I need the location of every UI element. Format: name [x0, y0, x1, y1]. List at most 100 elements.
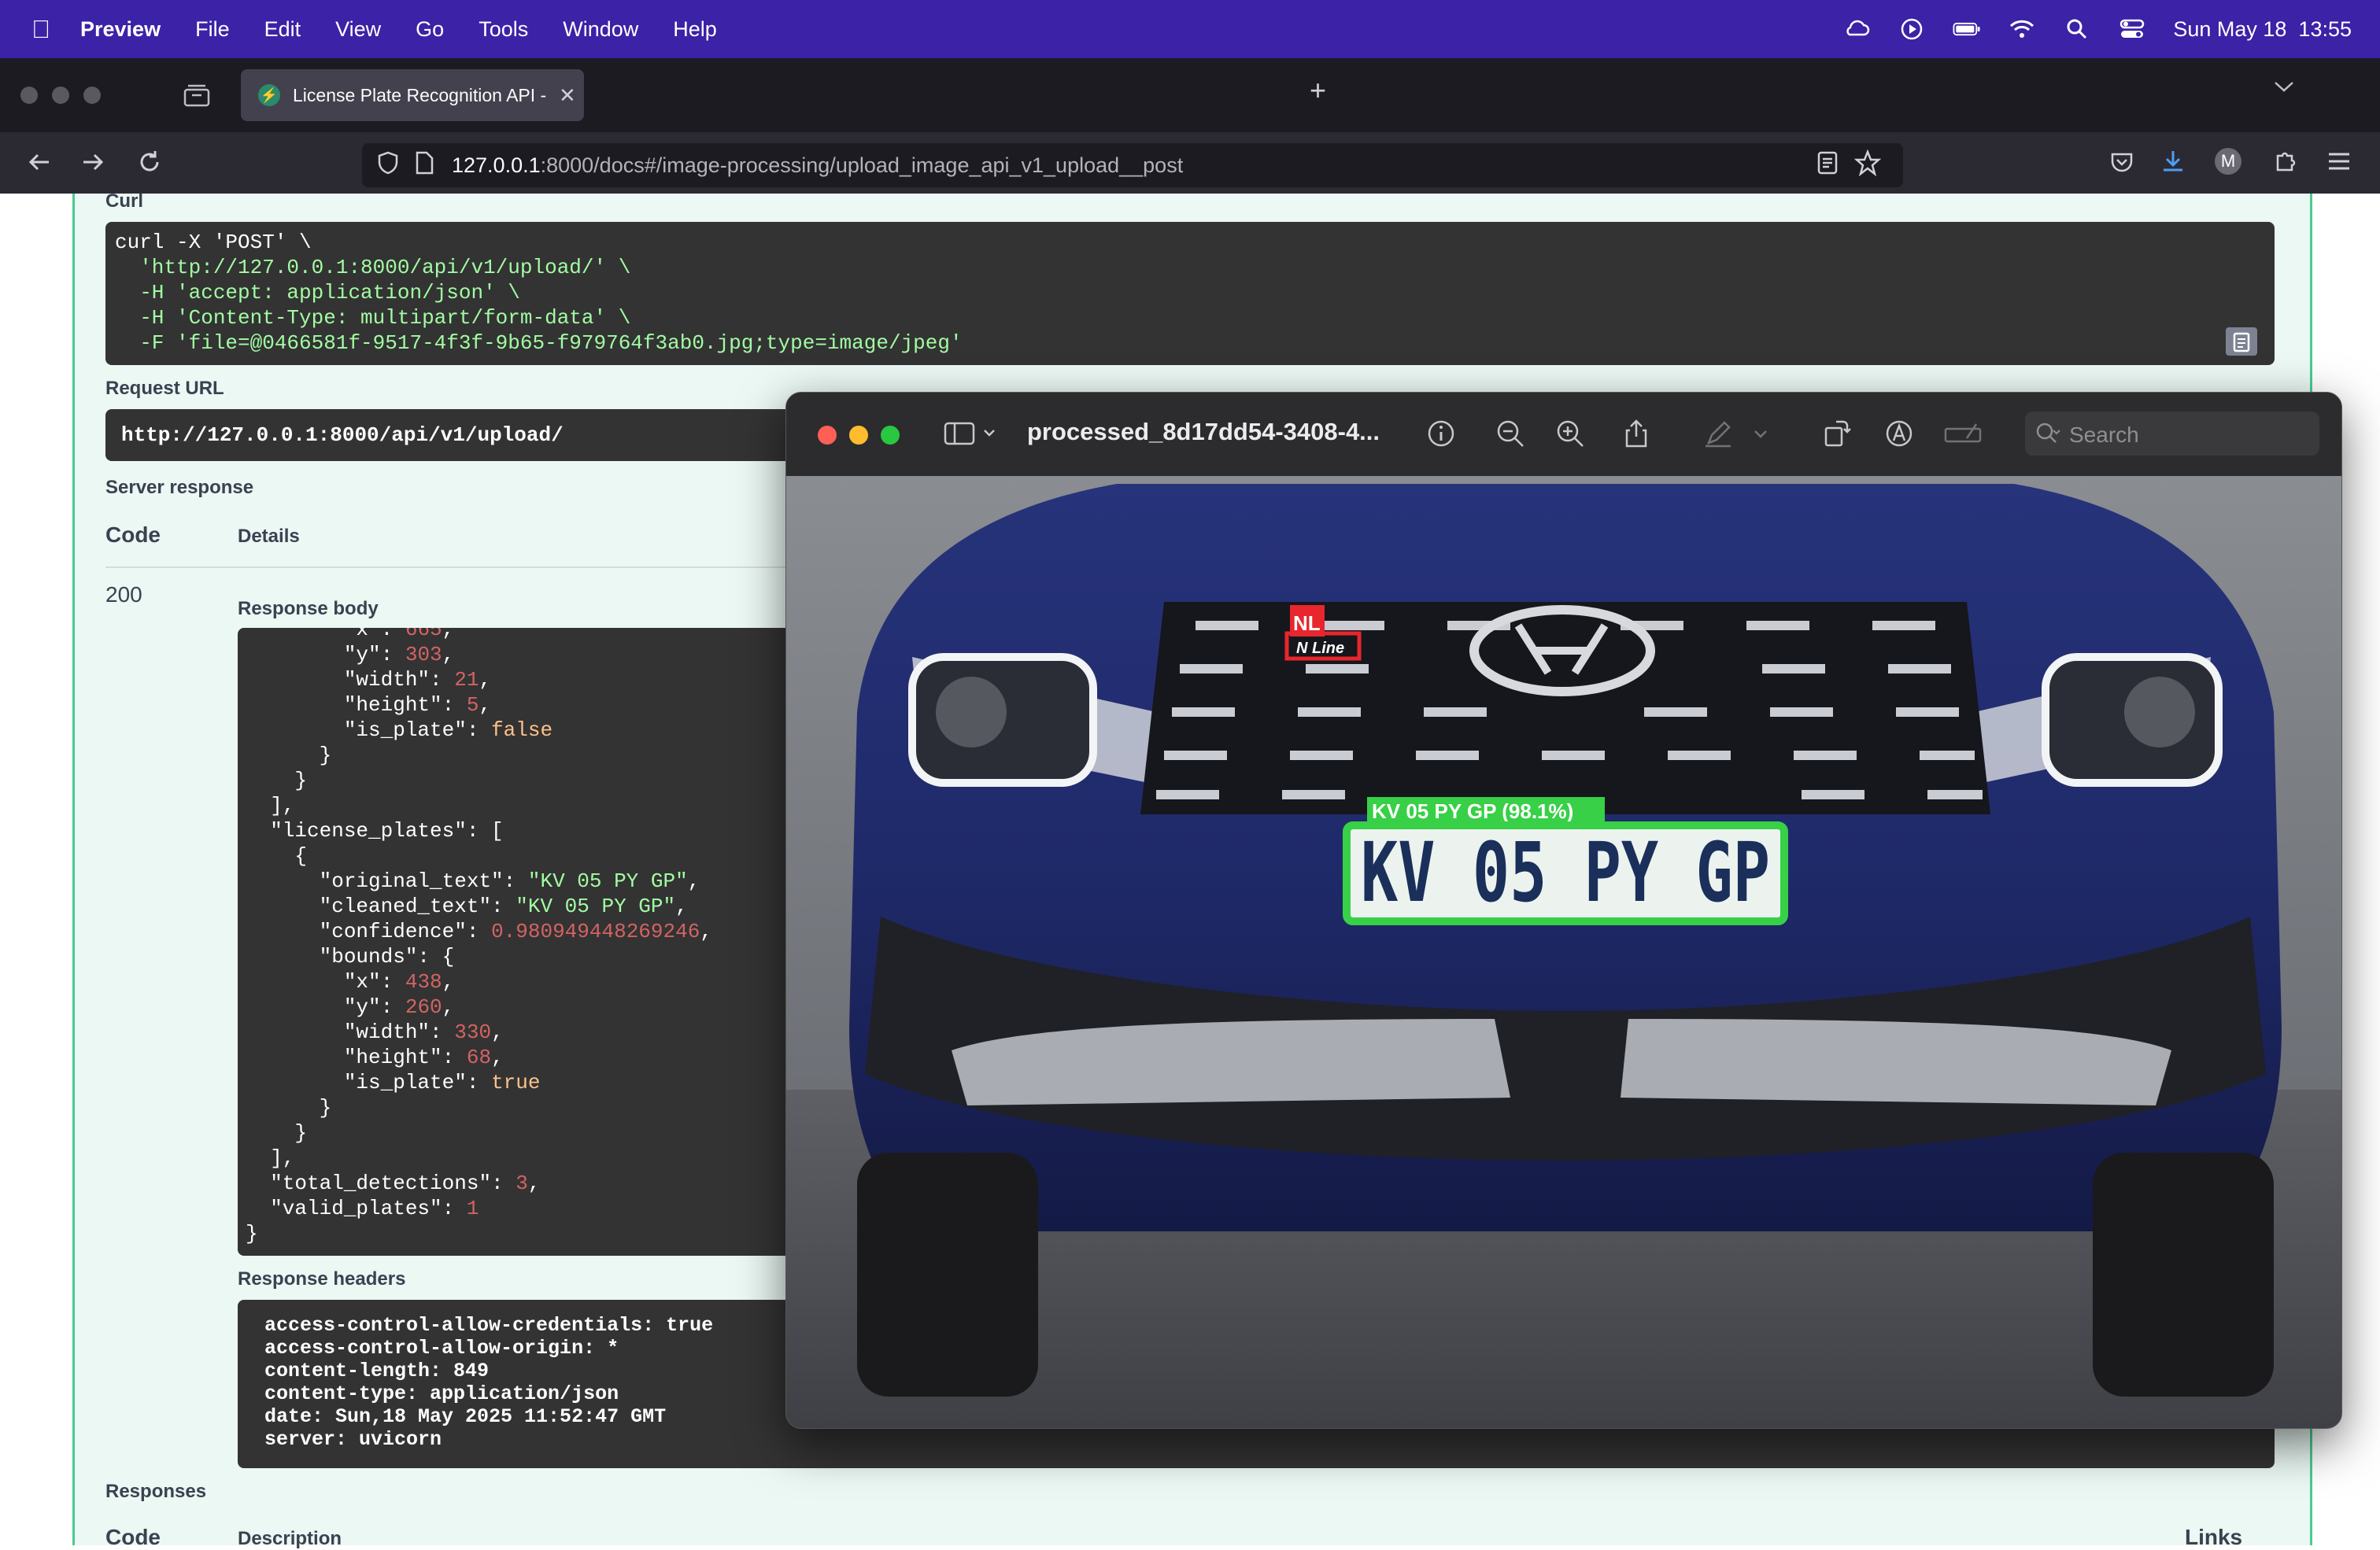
json-line: "width": 21, — [246, 668, 492, 692]
form-fill-icon[interactable] — [1943, 418, 1983, 449]
curl-line: -H 'accept: application/json' \ — [115, 281, 520, 304]
sidebar-toggle-icon[interactable] — [944, 419, 999, 451]
window-zoom-button[interactable] — [83, 87, 101, 104]
address-bar[interactable]: 127.0.0.1:8000/docs#/image-processing/up… — [362, 143, 1903, 187]
apple-icon[interactable]:  — [31, 15, 50, 44]
wifi-icon[interactable] — [2008, 15, 2036, 43]
window-minimize-button[interactable] — [52, 87, 69, 104]
json-line: { — [246, 844, 308, 868]
zoom-in-icon[interactable] — [1554, 418, 1586, 449]
json-line: } — [246, 769, 308, 792]
page-document-icon[interactable] — [414, 150, 434, 181]
response-body-label: Response body — [238, 598, 379, 619]
car-badge-text: N Line — [1296, 640, 1344, 657]
status-code: 200 — [105, 582, 142, 607]
markup-icon[interactable] — [1883, 418, 1915, 449]
menu-item-tools[interactable]: Tools — [479, 17, 528, 42]
preview-document-title[interactable]: processed_8d17dd54-3408-4... — [1027, 418, 1380, 446]
tab-license-plate-api[interactable]: ⚡ License Plate Recognition API - ✕ — [241, 69, 584, 121]
highlight-pen-icon[interactable] — [1702, 418, 1734, 449]
tab-close-icon[interactable]: ✕ — [559, 83, 576, 108]
json-line: "is_plate": true — [246, 1071, 541, 1094]
header-line: content-type: application/json — [264, 1382, 619, 1405]
tab-list-chevron-icon[interactable] — [2273, 79, 2295, 98]
menu-bar:  Preview File Edit View Go Tools Window… — [0, 0, 2380, 58]
preview-close-button[interactable] — [818, 426, 837, 445]
pocket-icon[interactable] — [2109, 149, 2134, 179]
menu-item-edit[interactable]: Edit — [264, 17, 301, 42]
menu-item-help[interactable]: Help — [673, 17, 717, 42]
menu-item-window[interactable]: Window — [563, 17, 638, 42]
downloads-icon[interactable] — [2160, 148, 2186, 179]
json-line: "license_plates": [ — [246, 819, 504, 843]
car-photo-illustration: NL N Line KV 05 PY GP (98.1%) KV 05 PY G… — [786, 476, 2341, 1428]
spotlight-search-icon[interactable] — [2063, 15, 2091, 43]
responses-description-header: Description — [238, 1528, 342, 1549]
curl-label: Curl — [105, 190, 143, 212]
play-icon[interactable] — [1898, 15, 1926, 43]
preview-window: processed_8d17dd54-3408-4... Search NL N… — [785, 392, 2342, 1429]
reload-icon[interactable] — [135, 148, 164, 180]
menu-item-view[interactable]: View — [335, 17, 381, 42]
menu-item-go[interactable]: Go — [416, 17, 444, 42]
json-line: "height": 68, — [246, 1046, 504, 1069]
tab-overview-icon[interactable] — [183, 82, 211, 113]
response-headers-label: Response headers — [238, 1268, 406, 1290]
json-line: ], — [246, 1146, 295, 1170]
response-json: "x": 665, "y": 303, "width": 21, "height… — [246, 628, 712, 1246]
json-line: } — [246, 1222, 258, 1246]
json-line: "cleaned_text": "KV 05 PY GP", — [246, 895, 688, 918]
curl-code: curl -X 'POST' \ 'http://127.0.0.1:8000/… — [115, 230, 963, 356]
share-icon[interactable] — [1621, 418, 1652, 449]
detection-confidence-label: KV 05 PY GP (98.1%) — [1372, 799, 1573, 823]
bookmark-star-icon[interactable] — [1853, 149, 1882, 182]
highlight-chevron-icon[interactable] — [1745, 418, 1776, 449]
json-line: "height": 5, — [246, 693, 492, 717]
battery-icon[interactable] — [1953, 15, 1981, 43]
back-arrow-icon[interactable] — [25, 148, 54, 180]
tab-title: License Plate Recognition API - — [293, 84, 547, 105]
json-line: "y": 303, — [246, 643, 455, 666]
curl-line: -F 'file=@0466581f-9517-4f3f-9b65-f97976… — [115, 331, 963, 355]
new-tab-icon[interactable]: + — [1310, 74, 1326, 107]
json-line: "bounds": { — [246, 945, 455, 969]
json-line: "total_detections": 3, — [246, 1172, 541, 1195]
window-close-button[interactable] — [20, 87, 38, 104]
header-line: access-control-allow-origin: * — [264, 1337, 619, 1360]
json-line: "x": 438, — [246, 970, 455, 994]
preview-zoom-button[interactable] — [881, 426, 900, 445]
menu-app-name[interactable]: Preview — [80, 17, 161, 42]
menu-item-file[interactable]: File — [195, 17, 230, 42]
url-host: 127.0.0.1 — [452, 153, 541, 177]
details-column-header: Details — [238, 526, 300, 547]
curl-line: 'http://127.0.0.1:8000/api/v1/upload/' \ — [115, 256, 631, 279]
request-url-label: Request URL — [105, 378, 224, 399]
json-line: } — [246, 1121, 308, 1145]
extensions-icon[interactable] — [2271, 148, 2298, 179]
forward-arrow-icon[interactable] — [79, 148, 107, 180]
account-avatar[interactable]: M — [2215, 148, 2241, 175]
server-response-label: Server response — [105, 477, 254, 498]
preview-search-field[interactable]: Search — [2025, 411, 2319, 456]
menu-clock[interactable]: Sun May 18 13:55 — [2173, 17, 2352, 42]
header-line: access-control-allow-credentials: true — [264, 1314, 714, 1337]
url-text[interactable]: 127.0.0.1:8000/docs#/image-processing/up… — [452, 153, 1183, 178]
json-line: "original_text": "KV 05 PY GP", — [246, 869, 700, 893]
search-placeholder: Search — [2069, 423, 2139, 447]
info-icon[interactable] — [1425, 418, 1457, 449]
preview-minimize-button[interactable] — [849, 426, 868, 445]
copy-to-clipboard-icon[interactable] — [2226, 327, 2257, 356]
responses-label: Responses — [105, 1481, 207, 1502]
control-center-icon[interactable] — [2118, 15, 2146, 43]
rotate-icon[interactable] — [1820, 418, 1852, 449]
weather-icon[interactable] — [1842, 15, 1871, 43]
json-line: "valid_plates": 1 — [246, 1197, 479, 1220]
shield-icon[interactable] — [376, 150, 400, 181]
reader-view-icon[interactable] — [1816, 150, 1839, 181]
fastapi-favicon-icon: ⚡ — [258, 84, 280, 106]
hamburger-menu-icon[interactable] — [2326, 149, 2352, 177]
zoom-out-icon[interactable] — [1495, 418, 1526, 449]
processed-car-image[interactable]: NL N Line KV 05 PY GP (98.1%) KV 05 PY G… — [786, 476, 2341, 1428]
url-path: :8000/docs#/image-processing/upload_imag… — [540, 153, 1184, 177]
curl-line: -H 'Content-Type: multipart/form-data' \ — [115, 306, 631, 330]
